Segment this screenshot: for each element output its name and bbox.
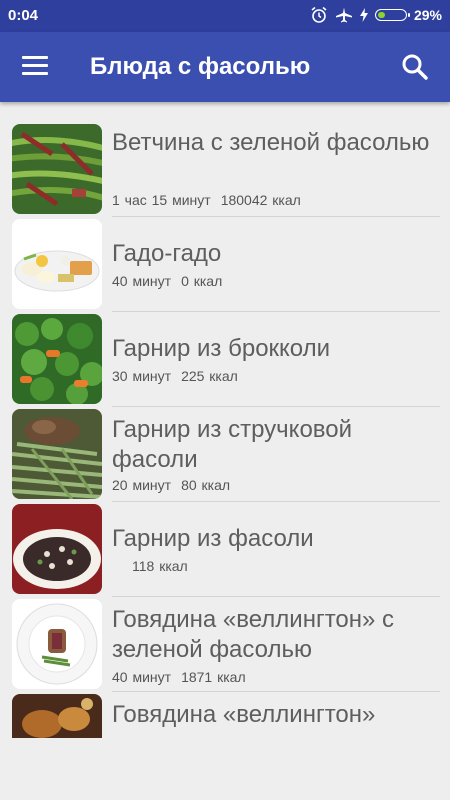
status-icons: 29% (310, 6, 442, 24)
recipe-image (12, 409, 102, 499)
recipe-item[interactable]: Говядина «веллингтон» с зеленой фасолью … (0, 597, 450, 692)
alarm-icon (311, 6, 327, 23)
recipe-meta: 118 ккал (112, 558, 188, 574)
recipe-image (12, 124, 102, 214)
recipe-kcal: 118 ккал (132, 558, 188, 574)
recipe-image (12, 694, 102, 738)
charging-icon (359, 8, 368, 22)
recipe-name: Говядина «веллингтон» (112, 701, 376, 728)
recipe-name: Гарнир из брокколи (112, 335, 331, 362)
recipe-time: 30 минут (112, 368, 172, 384)
recipe-name: Говядина «веллингтон» с зеленой фасолью (112, 606, 395, 663)
recipe-time: 40 минут (112, 669, 172, 685)
recipe-name: Ветчина с зеленой фасолью (112, 129, 430, 156)
status-bar: 0:04 29% (0, 0, 450, 32)
battery-icon (374, 9, 410, 21)
recipe-kcal: 80 ккал (181, 477, 231, 493)
recipe-time: 1 час 15 минут (112, 192, 211, 208)
recipe-image (12, 599, 102, 689)
search-icon[interactable] (400, 52, 430, 82)
recipe-kcal: 0 ккал (181, 273, 223, 289)
recipe-kcal: 225 ккал (181, 368, 238, 384)
recipe-item[interactable]: Гарнир из фасоли 118 ккал (0, 502, 450, 597)
recipe-item[interactable]: Гарнир из брокколи 30 минут 225 ккал (0, 312, 450, 407)
recipe-name: Гарнир из стручковой фасоли (112, 416, 353, 473)
app-bar: Блюда с фасолью (0, 32, 450, 102)
recipe-item[interactable]: Гарнир из стручковой фасоли 20 минут 80 к… (0, 407, 450, 502)
recipe-time: 40 минут (112, 273, 172, 289)
recipe-image (12, 219, 102, 309)
recipe-kcal: 180042 ккал (220, 192, 301, 208)
recipe-name: Гарнир из фасоли (112, 525, 314, 552)
recipe-item[interactable]: Говядина «веллингтон» (0, 692, 450, 738)
battery-percent: 29% (413, 7, 442, 23)
recipe-meta: 20 минут 80 ккал (112, 477, 230, 493)
recipe-item[interactable]: Ветчина с зеленой фасолью 1 час 15 минут… (0, 122, 450, 217)
recipe-list: Ветчина с зеленой фасолью 1 час 15 минут… (0, 122, 450, 738)
recipe-time: 20 минут (112, 477, 172, 493)
recipe-image (12, 504, 102, 594)
recipe-meta: 40 минут 1871 ккал (112, 669, 246, 685)
airplane-mode-icon (335, 7, 352, 23)
recipe-meta: 40 минут 0 ккал (112, 273, 222, 289)
status-time: 0:04 (8, 7, 39, 24)
menu-icon[interactable] (22, 56, 48, 78)
battery-level (377, 12, 385, 18)
page-title: Блюда с фасолью (90, 53, 311, 80)
recipe-item[interactable]: Гадо-гадо 40 минут 0 ккал (0, 217, 450, 312)
recipe-meta: 1 час 15 минут 180042 ккал (112, 192, 301, 208)
recipe-name: Гадо-гадо (112, 240, 222, 267)
recipe-image (12, 314, 102, 404)
recipe-kcal: 1871 ккал (181, 669, 246, 685)
recipe-meta: 30 минут 225 ккал (112, 368, 238, 384)
